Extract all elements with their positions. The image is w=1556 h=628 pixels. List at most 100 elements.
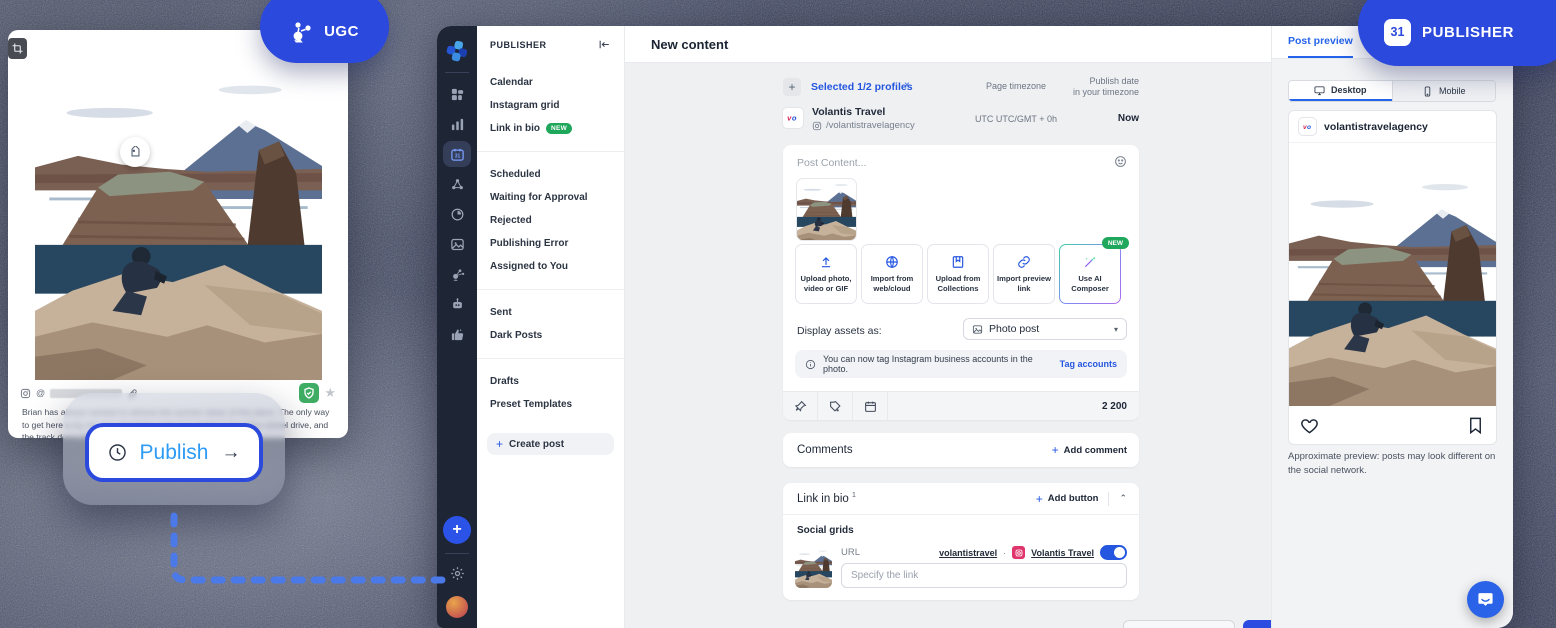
chat-widget-button[interactable] bbox=[1467, 581, 1504, 618]
ugc-photo bbox=[35, 38, 322, 380]
tab-mobile[interactable]: Mobile bbox=[1392, 81, 1496, 101]
publish-button[interactable]: Publish → bbox=[85, 423, 263, 482]
ugc-person-icon[interactable] bbox=[443, 261, 471, 287]
create-post-button[interactable]: +Create post bbox=[487, 433, 614, 455]
automation-bot-icon[interactable] bbox=[443, 291, 471, 317]
profile-handle: /volantistravelagency bbox=[812, 120, 915, 131]
dashboard-grid-icon[interactable] bbox=[443, 81, 471, 107]
volantis-avatar: vo bbox=[783, 108, 803, 128]
ai-composer-button[interactable]: NEW Use AI Composer bbox=[1059, 244, 1121, 304]
schedule-calendar-icon[interactable] bbox=[853, 392, 888, 420]
add-button-button[interactable]: +Add button bbox=[1036, 492, 1099, 506]
collapse-section-icon[interactable]: ⌃ bbox=[1119, 493, 1127, 504]
upload-collections-button[interactable]: Upload from Collections bbox=[927, 244, 989, 304]
ugc-badge: UGC bbox=[260, 0, 389, 63]
main-area: New content + Selected 1/2 profiles × Pa… bbox=[625, 26, 1271, 628]
publish-date-value[interactable]: Now bbox=[1118, 113, 1139, 124]
globe-icon bbox=[885, 255, 899, 269]
plus-icon: + bbox=[496, 437, 503, 451]
preview-account-name: volantistravelagency bbox=[1324, 121, 1428, 133]
main-header: New content bbox=[625, 26, 1271, 63]
calendar-31-icon: 31 bbox=[1384, 19, 1411, 46]
emoji-picker-icon[interactable] bbox=[1114, 155, 1127, 173]
menu-item-assigned-to-you[interactable]: Assigned to You bbox=[477, 255, 624, 278]
menu-item-calendar[interactable]: Calendar bbox=[477, 71, 624, 94]
magic-wand-icon bbox=[1083, 255, 1097, 269]
menu-item-link-in-bio[interactable]: Link in bioNEW bbox=[477, 117, 624, 140]
menu-item-scheduled[interactable]: Scheduled bbox=[477, 163, 624, 186]
publisher-calendar-icon[interactable]: 31 bbox=[443, 141, 471, 167]
bookmark-icon[interactable] bbox=[1466, 416, 1485, 435]
attached-photo-thumbnail[interactable] bbox=[797, 179, 856, 240]
grid-account-row: volantistravel · Volantis Travel bbox=[939, 545, 1127, 560]
editor-toolbar: 2 200 bbox=[783, 391, 1139, 420]
menu-item-publishing-error[interactable]: Publishing Error bbox=[477, 232, 624, 255]
selected-profiles-link[interactable]: Selected 1/2 profiles bbox=[811, 81, 913, 93]
favorite-star-icon[interactable]: ★ bbox=[324, 385, 336, 401]
grid-item-thumbnail[interactable] bbox=[795, 545, 832, 588]
approved-shield-icon bbox=[299, 383, 319, 403]
menu-item-rejected[interactable]: Rejected bbox=[477, 209, 624, 232]
phone-icon bbox=[1422, 86, 1433, 97]
post-content-placeholder[interactable]: Post Content... bbox=[797, 157, 866, 169]
url-label: URL bbox=[841, 547, 860, 558]
arrow-right-icon: → bbox=[221, 442, 240, 464]
account-handle-link[interactable]: volantistravel bbox=[939, 548, 997, 558]
media-library-icon[interactable] bbox=[443, 231, 471, 257]
pin-post-icon[interactable] bbox=[783, 392, 818, 420]
crop-icon[interactable] bbox=[8, 38, 27, 59]
add-comment-button[interactable]: +Add comment bbox=[1052, 443, 1127, 457]
secondary-action-button[interactable] bbox=[1123, 620, 1235, 628]
engage-hand-icon[interactable] bbox=[443, 321, 471, 347]
import-web-cloud-button[interactable]: Import from web/cloud bbox=[861, 244, 923, 304]
display-assets-label: Display assets as: bbox=[797, 325, 882, 337]
new-badge: NEW bbox=[1102, 237, 1129, 249]
profile-row[interactable]: vo Volantis Travel /volantistravelagency… bbox=[783, 106, 1139, 132]
svg-text:o: o bbox=[792, 113, 797, 122]
collections-bookmark-icon bbox=[951, 255, 965, 269]
tab-post-preview[interactable]: Post preview bbox=[1288, 35, 1353, 58]
instagram-preview-card: vo volantistravelagency bbox=[1288, 110, 1497, 445]
link-url-input[interactable] bbox=[841, 563, 1127, 588]
menu-item-waiting-approval[interactable]: Waiting for Approval bbox=[477, 186, 624, 209]
user-avatar[interactable] bbox=[446, 596, 468, 618]
display-assets-select[interactable]: Photo post ▾ bbox=[963, 318, 1127, 340]
menu-item-drafts[interactable]: Drafts bbox=[477, 370, 624, 393]
profile-selector-row: + Selected 1/2 profiles × Page timezone … bbox=[783, 78, 1139, 96]
preview-panel: Post preview Top s Desktop Mobile vo vol… bbox=[1271, 26, 1513, 628]
tab-desktop[interactable]: Desktop bbox=[1289, 81, 1392, 101]
menu-item-instagram-grid[interactable]: Instagram grid bbox=[477, 94, 624, 117]
publish-date-label: Publish datein your timezone bbox=[1073, 76, 1139, 98]
preview-disclaimer: Approximate preview: posts may look diff… bbox=[1288, 450, 1498, 478]
menu-item-preset-templates[interactable]: Preset Templates bbox=[477, 393, 624, 416]
add-label-icon[interactable] bbox=[818, 392, 853, 420]
publisher-badge: 31 PUBLISHER bbox=[1358, 0, 1556, 66]
canyon-lake-photo bbox=[35, 38, 322, 380]
tag-accounts-link[interactable]: Tag accounts bbox=[1060, 359, 1117, 369]
page-title: New content bbox=[651, 37, 728, 52]
upload-icon bbox=[819, 255, 833, 269]
upload-photo-button[interactable]: Upload photo, video or GIF bbox=[795, 244, 857, 304]
account-name-link[interactable]: Volantis Travel bbox=[1031, 548, 1094, 558]
canyon-lake-photo bbox=[795, 545, 832, 588]
page-timezone-label: Page timezone bbox=[971, 81, 1061, 91]
tag-photo-icon[interactable] bbox=[120, 137, 150, 167]
add-profile-button[interactable]: + bbox=[443, 516, 471, 544]
analytics-icon[interactable] bbox=[443, 111, 471, 137]
network-nodes-icon[interactable] bbox=[443, 171, 471, 197]
inbox-clock-icon[interactable] bbox=[443, 201, 471, 227]
app-logo-icon[interactable] bbox=[446, 40, 468, 62]
like-heart-icon[interactable] bbox=[1300, 416, 1319, 435]
collapse-panel-icon[interactable] bbox=[598, 38, 611, 51]
import-preview-link-button[interactable]: Import preview link bbox=[993, 244, 1055, 304]
clear-selection-icon[interactable]: × bbox=[904, 80, 910, 91]
svg-text:o: o bbox=[1307, 124, 1311, 131]
profile-timezone: UTC UTC/GMT + 0h bbox=[971, 114, 1061, 124]
menu-item-dark-posts[interactable]: Dark Posts bbox=[477, 324, 624, 347]
clock-icon bbox=[108, 443, 127, 462]
grid-enabled-toggle[interactable] bbox=[1100, 545, 1127, 560]
menu-item-sent[interactable]: Sent bbox=[477, 301, 624, 324]
add-profile-square-button[interactable]: + bbox=[783, 78, 801, 96]
mention-at: @ bbox=[36, 388, 45, 398]
settings-gear-icon[interactable] bbox=[443, 560, 471, 586]
